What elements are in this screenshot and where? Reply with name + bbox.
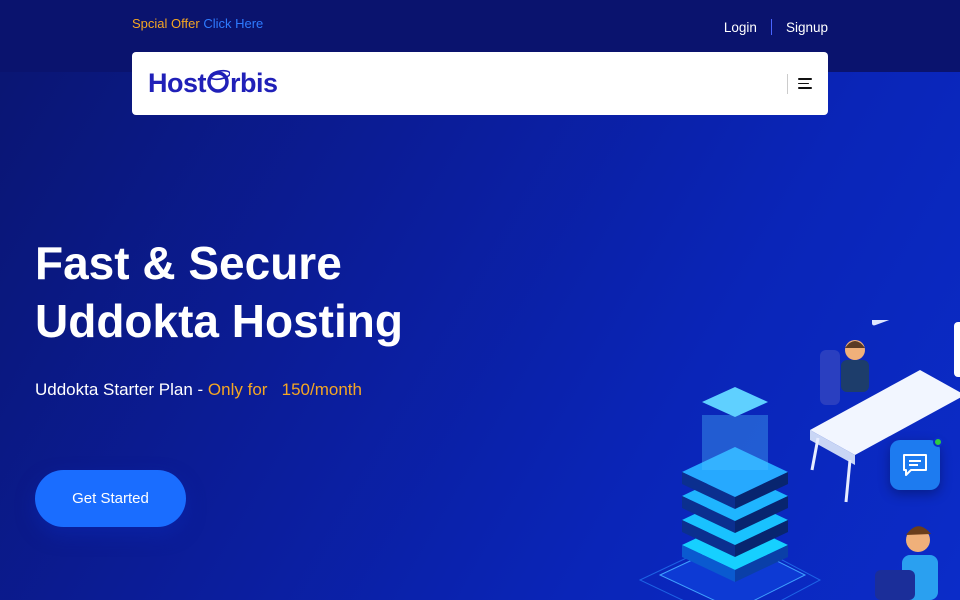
hamburger-icon[interactable] — [798, 78, 812, 89]
auth-links: Login Signup — [724, 19, 828, 35]
orbit-logo-icon — [206, 67, 231, 100]
offer-link[interactable]: Click Here — [203, 16, 263, 31]
chat-icon — [903, 454, 927, 476]
login-link[interactable]: Login — [724, 20, 757, 35]
offer-text: Spcial Offer — [132, 16, 200, 31]
logo-text-rbis: rbis — [230, 68, 278, 98]
plan-name: Uddokta Starter Plan - — [35, 380, 208, 399]
get-started-button[interactable]: Get Started — [35, 470, 186, 527]
signup-link[interactable]: Signup — [786, 20, 828, 35]
navbar: Host rbis — [132, 52, 828, 115]
hero-title-line1: Fast & Secure — [35, 237, 342, 289]
menu-divider — [787, 73, 788, 94]
site-logo[interactable]: Host rbis — [148, 67, 278, 100]
side-tab[interactable] — [954, 322, 960, 377]
chat-widget-button[interactable] — [890, 437, 943, 490]
hero-title-line2: Uddokta Hosting — [35, 295, 403, 347]
price-prefix: Only for — [207, 380, 268, 399]
hero-title: Fast & Secure Uddokta Hosting — [35, 234, 403, 350]
auth-divider — [770, 19, 772, 35]
special-offer: Spcial Offer Click Here — [132, 16, 263, 31]
price-value: 150/month — [281, 380, 362, 399]
person-illustration — [875, 526, 938, 600]
online-status-dot — [933, 437, 943, 447]
menu-wrap — [787, 73, 812, 94]
logo-text-host: Host — [148, 68, 207, 98]
server-stack — [682, 387, 788, 582]
hero-subtitle: Uddokta Starter Plan - Only for 150/mont… — [35, 380, 362, 400]
